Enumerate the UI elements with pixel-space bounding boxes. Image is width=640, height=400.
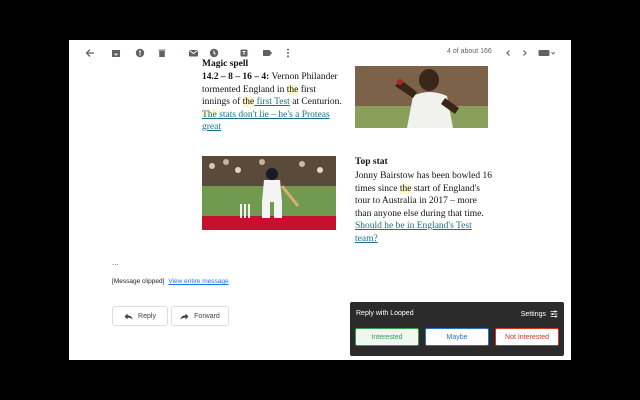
looped-settings-button[interactable]: Settings <box>521 310 558 318</box>
forward-label: Forward <box>194 312 220 320</box>
stat2-highlight-1: the <box>399 183 412 194</box>
stat1-text-c: at Centurion. <box>289 97 342 107</box>
delete-icon[interactable] <box>155 46 169 60</box>
stat2-paragraph: Jonny Bairstow has been bowled 16 times … <box>355 170 495 245</box>
reply-arrow-icon <box>124 313 133 320</box>
heading-top-stat: Top stat <box>355 157 388 167</box>
sliders-icon <box>550 310 558 318</box>
archive-icon[interactable] <box>109 46 123 60</box>
maybe-button[interactable]: Maybe <box>425 328 489 346</box>
message-clipped-notice: [Message clipped] View entire message <box>112 278 229 285</box>
bairstow-link[interactable]: Should he be in England's Test team? <box>355 221 472 244</box>
looped-settings-label: Settings <box>520 310 546 318</box>
philander-photo <box>355 66 488 128</box>
newer-chevron-icon[interactable] <box>501 46 515 60</box>
forward-button[interactable]: Forward <box>171 306 229 326</box>
interested-button[interactable]: Interested <box>355 328 419 346</box>
reply-button[interactable]: Reply <box>112 306 168 326</box>
stat1-highlight-2: the <box>242 97 255 107</box>
trimmed-content-ellipsis[interactable]: ... <box>112 258 119 267</box>
report-spam-icon[interactable] <box>133 46 147 60</box>
proteas-link-the[interactable]: The <box>202 109 217 120</box>
bairstow-photo <box>202 156 336 230</box>
message-clipped-label: [Message clipped] <box>112 278 165 285</box>
pagination-count: 4 of about 166 <box>447 48 492 55</box>
forward-arrow-icon <box>180 313 189 320</box>
first-test-link[interactable]: first Test <box>254 97 290 107</box>
view-entire-message-link[interactable]: View entire message <box>168 278 228 285</box>
stat1-highlight-3: The <box>202 109 217 120</box>
reply-label: Reply <box>138 312 156 320</box>
heading-text: Magic spell <box>202 59 249 69</box>
mark-unread-icon[interactable] <box>186 46 200 60</box>
input-tools-icon[interactable] <box>537 46 557 60</box>
stat1-highlight-1: the <box>286 84 299 95</box>
looped-title: Reply with Looped <box>356 310 414 317</box>
back-arrow-icon[interactable] <box>83 46 97 60</box>
proteas-great-link[interactable]: stats don't lie – he's a Proteas great <box>202 110 330 133</box>
stat1-paragraph: 14.2 – 8 – 16 – 4: Vernon Philander torm… <box>202 71 342 134</box>
looped-reply-panel: Reply with Looped Settings Interested Ma… <box>350 302 564 356</box>
older-chevron-icon[interactable] <box>518 46 532 60</box>
stat1-figures: 14.2 – 8 – 16 – 4: <box>202 72 270 82</box>
not-interested-button[interactable]: Not Interested <box>495 328 559 346</box>
heading-magic-spell: Magic spell <box>202 58 342 70</box>
